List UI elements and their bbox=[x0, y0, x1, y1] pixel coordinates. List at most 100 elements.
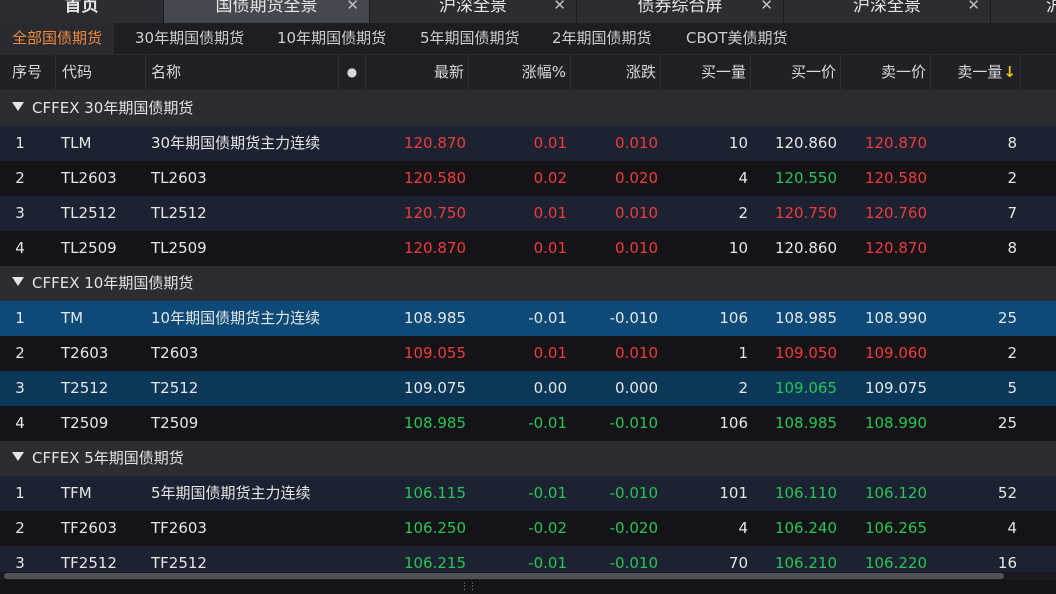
subtab-cbot[interactable]: CBOT美债期货 bbox=[686, 23, 787, 54]
close-icon[interactable]: ✕ bbox=[967, 0, 980, 13]
collapse-triangle-icon[interactable] bbox=[12, 452, 24, 461]
tab-treasury-futures-overview[interactable]: 国债期货全景 ✕ bbox=[164, 0, 370, 23]
table-row[interactable]: 1 TLM 30年期国债期货主力连续 120.870 0.01 0.010 10 120.86… bbox=[0, 126, 1056, 161]
tab-label: 沪 bbox=[1046, 0, 1056, 16]
table-row[interactable]: 4 TL2509 TL2509 120.870 0.01 0.010 10 120.860 12… bbox=[0, 231, 1056, 266]
scrollbar-thumb[interactable] bbox=[4, 573, 1004, 579]
table-row[interactable]: 2 TF2603 TF2603 106.250 -0.02 -0.020 4 106.240 1… bbox=[0, 511, 1056, 546]
ask-volume: 52 bbox=[997, 484, 1017, 502]
subtab-2y[interactable]: 2年期国债期货 bbox=[552, 23, 652, 54]
table-row[interactable]: 3 TL2512 TL2512 120.750 0.01 0.010 2 120.750 120… bbox=[0, 196, 1056, 231]
ask-price: 106.120 bbox=[864, 484, 927, 502]
subtab-10y[interactable]: 10年期国债期货 bbox=[277, 23, 386, 54]
group-header[interactable]: CFFEX 30年期国债期货 bbox=[0, 91, 1056, 126]
change-percent: 0.01 bbox=[533, 134, 567, 152]
contract-code: TFM bbox=[61, 484, 92, 502]
bid-price: 120.550 bbox=[774, 169, 837, 187]
group-title: CFFEX 5年期国债期货 bbox=[32, 449, 184, 467]
ask-price: 120.580 bbox=[864, 169, 927, 187]
bid-volume: 1 bbox=[738, 344, 748, 362]
tab-bond-composite-screen[interactable]: 债券综合屏 ✕ bbox=[577, 0, 784, 23]
bid-volume: 106 bbox=[719, 309, 748, 327]
table-row[interactable]: 2 TL2603 TL2603 120.580 0.02 0.020 4 120.550 120… bbox=[0, 161, 1056, 196]
last-price: 106.250 bbox=[403, 519, 466, 537]
row-number: 3 bbox=[15, 204, 25, 222]
category-tab-bar: 全部国债期货 30年期国债期货 10年期国债期货 5年期国债期货 2年期国债期货… bbox=[0, 23, 1056, 55]
table-row[interactable]: 3 T2512 T2512 109.075 0.00 0.000 2 109.065 109.0… bbox=[0, 371, 1056, 406]
contract-code: TL2509 bbox=[61, 239, 117, 257]
column-header-no[interactable]: 序号 bbox=[0, 55, 56, 90]
change-amount: 0.000 bbox=[615, 379, 658, 397]
ask-volume: 7 bbox=[1007, 204, 1017, 222]
subtab-30y[interactable]: 30年期国债期货 bbox=[135, 23, 244, 54]
tab-shanghai-shenzhen-overview[interactable]: 沪深全景 ✕ bbox=[370, 0, 577, 23]
group-header[interactable]: CFFEX 5年期国债期货 bbox=[0, 441, 1056, 476]
close-icon[interactable]: ✕ bbox=[553, 0, 566, 13]
contract-name: 5年期国债期货主力连续 bbox=[151, 484, 311, 502]
row-number: 4 bbox=[15, 239, 25, 257]
tab-partial[interactable]: 沪 bbox=[991, 0, 1056, 23]
change-amount: 0.010 bbox=[615, 239, 658, 257]
horizontal-scrollbar[interactable] bbox=[0, 572, 1056, 580]
row-number: 1 bbox=[15, 484, 25, 502]
close-icon[interactable]: ✕ bbox=[346, 0, 359, 13]
collapse-triangle-icon[interactable] bbox=[12, 102, 24, 111]
contract-name: T2509 bbox=[151, 414, 199, 432]
column-header-last[interactable]: 最新 bbox=[366, 55, 469, 90]
bid-volume: 101 bbox=[719, 484, 748, 502]
tab-shanghai-shenzhen-overview-2[interactable]: 沪深全景 ✕ bbox=[784, 0, 991, 23]
column-header-bid-price[interactable]: 买一价 bbox=[751, 55, 841, 90]
contract-name: T2603 bbox=[151, 344, 199, 362]
ask-volume: 4 bbox=[1007, 519, 1017, 537]
bid-price: 108.985 bbox=[774, 309, 837, 327]
contract-code: TF2603 bbox=[61, 519, 117, 537]
column-header-ask-price[interactable]: 卖一价 bbox=[841, 55, 931, 90]
bottom-bar bbox=[0, 580, 1056, 594]
group-header[interactable]: CFFEX 10年期国债期货 bbox=[0, 266, 1056, 301]
last-price: 106.115 bbox=[403, 484, 466, 502]
column-header-name[interactable]: 名称 bbox=[146, 55, 339, 90]
bid-price: 106.110 bbox=[774, 484, 837, 502]
bid-price: 120.750 bbox=[774, 204, 837, 222]
ask-price: 120.870 bbox=[864, 239, 927, 257]
column-header-code[interactable]: 代码 bbox=[56, 55, 146, 90]
tab-label: 国债期货全景 bbox=[215, 0, 318, 16]
collapse-triangle-icon[interactable] bbox=[12, 277, 24, 286]
change-percent: 0.02 bbox=[533, 169, 567, 187]
contract-name: 30年期国债期货主力连续 bbox=[151, 134, 321, 152]
column-header-pct[interactable]: 涨幅% bbox=[469, 55, 571, 90]
bid-volume: 2 bbox=[738, 379, 748, 397]
table-row[interactable]: 4 T2509 T2509 108.985 -0.01 -0.010 106 108.985 1… bbox=[0, 406, 1056, 441]
last-price: 108.985 bbox=[403, 309, 466, 327]
ask-price: 109.060 bbox=[864, 344, 927, 362]
contract-code: TL2603 bbox=[61, 169, 117, 187]
change-percent: -0.01 bbox=[528, 484, 567, 502]
sort-desc-icon: ↓ bbox=[1003, 63, 1016, 81]
column-header-bid-volume[interactable]: 买一量 bbox=[661, 55, 751, 90]
resize-grip-icon[interactable]: ⋮⋮ bbox=[460, 583, 477, 592]
table-row[interactable]: 2 T2603 T2603 109.055 0.01 0.010 1 109.050 109.0… bbox=[0, 336, 1056, 371]
bid-price: 120.860 bbox=[774, 239, 837, 257]
bid-volume: 2 bbox=[738, 204, 748, 222]
table-row[interactable]: 1 TFM 5年期国债期货主力连续 106.115 -0.01 -0.010 101 106.… bbox=[0, 476, 1056, 511]
column-header-ask-volume-label: 卖一量 bbox=[957, 63, 1003, 81]
subtab-5y[interactable]: 5年期国债期货 bbox=[420, 23, 520, 54]
close-icon[interactable]: ✕ bbox=[760, 0, 773, 13]
change-percent: 0.01 bbox=[533, 204, 567, 222]
table-row[interactable]: 1 TM 10年期国债期货主力连续 108.985 -0.01 -0.010 106 108.… bbox=[0, 301, 1056, 336]
contract-code: TL2512 bbox=[61, 204, 117, 222]
change-percent: -0.01 bbox=[528, 414, 567, 432]
tab-label: 首页 bbox=[64, 0, 99, 16]
tab-home[interactable]: 首页 bbox=[0, 0, 164, 23]
change-amount: 0.010 bbox=[615, 204, 658, 222]
ask-volume: 5 bbox=[1007, 379, 1017, 397]
contract-name: TF2603 bbox=[151, 519, 207, 537]
column-header-ask-volume[interactable]: 卖一量↓ bbox=[931, 55, 1021, 90]
bid-volume: 4 bbox=[738, 169, 748, 187]
column-header-dot[interactable]: ● bbox=[339, 55, 366, 90]
last-price: 109.055 bbox=[403, 344, 466, 362]
change-amount: -0.010 bbox=[609, 309, 658, 327]
column-header-chg[interactable]: 涨跌 bbox=[571, 55, 661, 90]
subtab-all-treasury-futures[interactable]: 全部国债期货 bbox=[0, 23, 115, 54]
bid-price: 109.050 bbox=[774, 344, 837, 362]
